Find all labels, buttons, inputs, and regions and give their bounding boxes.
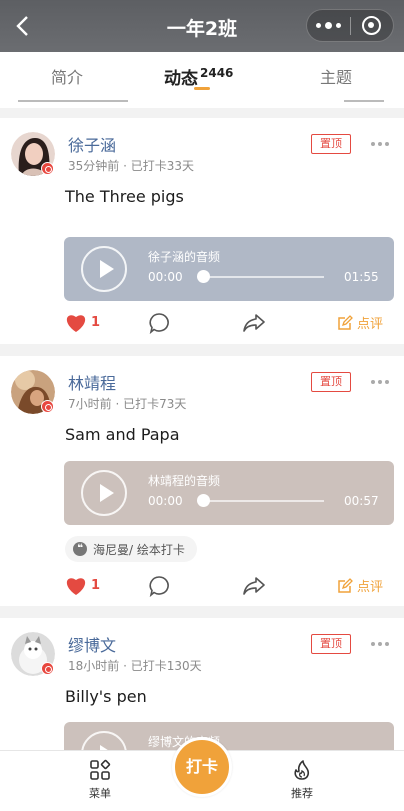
- post-text: The Three pigs: [65, 187, 184, 206]
- post-text: Sam and Papa: [65, 425, 180, 444]
- post-card: 缪博文 18小时前 · 已打卡130天 置顶 Billy's pen 缪博文的音…: [0, 618, 404, 750]
- edit-icon: [338, 577, 353, 593]
- audio-progress-knob[interactable]: [197, 494, 210, 507]
- audio-player: 林靖程的音频 00:00 00:57: [64, 461, 394, 525]
- audio-title: 林靖程的音频: [148, 474, 221, 488]
- more-options-icon[interactable]: [371, 142, 389, 146]
- author-name[interactable]: 林靖程: [68, 370, 116, 394]
- close-target-icon[interactable]: [350, 16, 393, 35]
- nav-header: 一年2班: [0, 0, 404, 52]
- pinned-badge: 置顶: [311, 134, 351, 154]
- post-actions: 1 点评: [0, 574, 404, 604]
- topic-tag[interactable]: ❝ 海尼曼/ 绘本打卡: [65, 536, 197, 562]
- audio-progress-track[interactable]: [203, 500, 324, 502]
- review-button[interactable]: 点评: [337, 313, 383, 332]
- menu-button[interactable]: 菜单: [70, 759, 130, 801]
- play-icon[interactable]: [81, 470, 127, 516]
- more-options-icon[interactable]: [371, 380, 389, 384]
- audio-current-time: 00:00: [148, 270, 183, 284]
- share-icon[interactable]: [242, 576, 266, 596]
- tab-bar: 简介 动态 2446 主题: [0, 52, 404, 98]
- quote-icon: ❝: [73, 542, 87, 556]
- tab-feed-count: 2446: [200, 66, 234, 80]
- audio-player: 徐子涵的音频 00:00 01:55: [64, 237, 394, 301]
- badge-icon: [41, 162, 54, 175]
- review-label: 点评: [357, 580, 384, 595]
- comment-icon[interactable]: [148, 312, 170, 334]
- audio-player: 缪博文的音频: [64, 722, 394, 750]
- heart-icon[interactable]: [65, 313, 87, 333]
- post-meta: 18小时前 · 已打卡130天: [68, 659, 202, 673]
- audio-progress-knob[interactable]: [197, 270, 210, 283]
- audio-progress-track[interactable]: [203, 276, 324, 278]
- scrolled-summary-row: [0, 98, 404, 108]
- tab-topics[interactable]: 主题: [320, 64, 352, 88]
- author-name[interactable]: 缪博文: [68, 632, 116, 656]
- recommend-label: 推荐: [291, 787, 313, 800]
- recommend-button[interactable]: 推荐: [272, 759, 332, 801]
- share-icon[interactable]: [242, 313, 266, 333]
- summary-link-cutoff: [344, 98, 384, 102]
- heart-icon[interactable]: [65, 576, 87, 596]
- more-options-icon[interactable]: [371, 642, 389, 646]
- comment-icon[interactable]: [148, 575, 170, 597]
- more-dots-icon[interactable]: [307, 21, 350, 29]
- tab-intro[interactable]: 简介: [51, 64, 83, 88]
- like-count: 1: [91, 578, 101, 593]
- topic-tag-label: 海尼曼/ 绘本打卡: [93, 542, 185, 557]
- play-icon[interactable]: [81, 731, 127, 750]
- badge-icon: [41, 400, 54, 413]
- audio-current-time: 00:00: [148, 494, 183, 508]
- post-actions: 1 点评: [0, 311, 404, 341]
- tab-feed[interactable]: 动态 2446: [164, 64, 233, 89]
- post-meta: 35分钟前 · 已打卡33天: [68, 159, 194, 173]
- review-label: 点评: [357, 317, 384, 332]
- pinned-badge: 置顶: [311, 372, 351, 392]
- audio-total-time: 00:57: [344, 494, 379, 508]
- post-text: Billy's pen: [65, 687, 147, 706]
- pinned-badge: 置顶: [311, 634, 351, 654]
- grid-menu-icon: [90, 759, 111, 780]
- edit-icon: [338, 314, 353, 330]
- play-icon[interactable]: [81, 246, 127, 292]
- menu-label: 菜单: [89, 787, 111, 800]
- badge-icon: [41, 662, 54, 675]
- flame-icon: [294, 760, 310, 780]
- active-tab-indicator: [194, 87, 210, 90]
- author-name[interactable]: 徐子涵: [68, 132, 116, 156]
- tab-feed-label: 动态: [164, 69, 198, 89]
- miniprogram-capsule: [306, 9, 394, 42]
- like-count: 1: [91, 315, 101, 330]
- summary-text-cutoff: [18, 98, 128, 102]
- audio-total-time: 01:55: [344, 270, 379, 284]
- checkin-button[interactable]: 打卡: [172, 737, 232, 797]
- post-card: 林靖程 7小时前 · 已打卡73天 置顶 Sam and Papa 林靖程的音频…: [0, 356, 404, 606]
- post-meta: 7小时前 · 已打卡73天: [68, 397, 187, 411]
- review-button[interactable]: 点评: [337, 576, 383, 595]
- audio-title: 徐子涵的音频: [148, 250, 221, 264]
- post-card: 徐子涵 35分钟前 · 已打卡33天 置顶 The Three pigs 徐子涵…: [0, 118, 404, 344]
